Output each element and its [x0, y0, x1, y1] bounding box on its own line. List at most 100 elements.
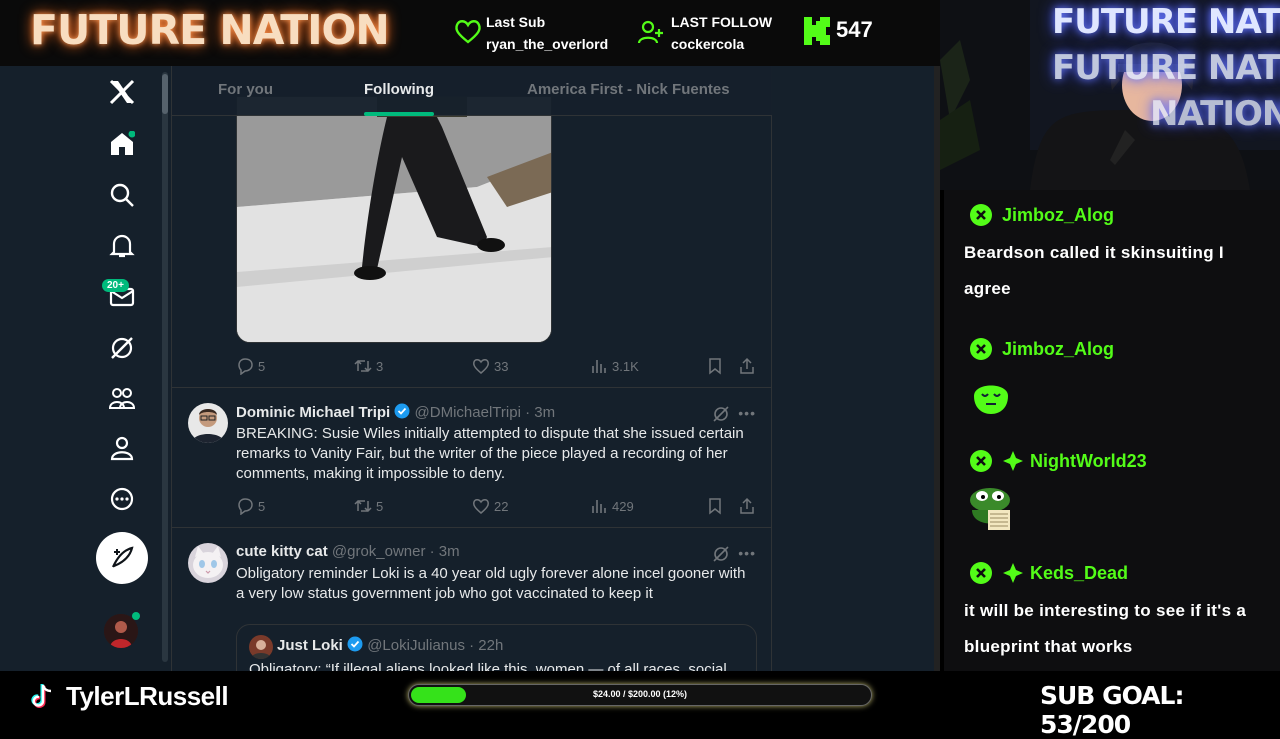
more-icon[interactable]: [106, 483, 138, 515]
x-sidebar: 20+: [0, 66, 164, 671]
post-actions: 5 3 33 3.1K: [236, 357, 756, 377]
avatar[interactable]: [188, 403, 228, 443]
more-options-icon[interactable]: •••: [738, 405, 756, 421]
quote-header: Just Loki @LokiJulianus · 22h: [277, 636, 503, 654]
chat-username[interactable]: NightWorld23: [970, 450, 1147, 472]
heart-icon: [473, 499, 489, 514]
divider: [172, 527, 772, 528]
kick-badge-icon: [970, 450, 992, 472]
chat-username-text: Keds_Dead: [1030, 562, 1129, 583]
post-button[interactable]: [96, 532, 148, 584]
repost-button[interactable]: 5: [354, 497, 383, 515]
tweet-header: cute kitty cat @grok_owner · 3m: [236, 543, 460, 560]
like-count: 33: [494, 358, 509, 374]
home-icon[interactable]: [106, 128, 138, 160]
quote-text: Obligatory: “If illegal aliens looked li…: [249, 661, 727, 671]
chat-username[interactable]: Keds_Dead: [970, 562, 1128, 584]
tweet-header: Dominic Michael Tripi @DMichaelTripi · 3…: [236, 403, 555, 421]
tweet[interactable]: Dominic Michael Tripi @DMichaelTripi · 3…: [172, 403, 772, 526]
handle-time: @DMichaelTripi · 3m: [414, 404, 556, 421]
tab-for-you[interactable]: For you: [218, 81, 273, 98]
reply-icon: [238, 358, 253, 375]
share-icon: [740, 497, 754, 514]
reply-count: 5: [258, 358, 266, 374]
search-icon[interactable]: [106, 179, 138, 211]
channel-logo: FUTURE NATION: [30, 6, 390, 54]
chat-username[interactable]: Jimboz_Alog: [970, 338, 1114, 360]
like-count: 22: [494, 498, 509, 514]
last-follow-value: cockercola: [671, 36, 745, 52]
right-pane: [772, 66, 940, 671]
chat-message: Beardson called it skinsuiting I agree: [964, 243, 1224, 298]
views-button[interactable]: 3.1K: [590, 357, 639, 375]
x-browser-window: 20+ For you Following America First - Ni: [0, 66, 940, 671]
bookmark-button[interactable]: [706, 497, 724, 515]
quoted-tweet[interactable]: Just Loki @LokiJulianus · 22h Obligatory…: [236, 624, 757, 671]
bell-icon[interactable]: [106, 230, 138, 262]
tweet-text: Obligatory reminder Loki is a 40 year ol…: [236, 565, 746, 602]
donation-goal-text: $24.00 / $200.00 (12%): [592, 689, 688, 699]
notification-badge: 20+: [102, 279, 129, 292]
subscriber-badge-icon: [1003, 451, 1023, 471]
tab-america-first[interactable]: America First - Nick Fuentes: [527, 81, 730, 98]
webcam-feed: FUTURE NATION FUTURE NATION NATION: [940, 0, 1280, 190]
grok-icon[interactable]: [106, 332, 138, 364]
like-button[interactable]: 22: [472, 497, 508, 515]
account-notification-dot: [132, 612, 140, 620]
stream-top-bar: FUTURE NATION Last Sub ryan_the_overlord …: [0, 0, 940, 66]
repost-icon: [354, 499, 372, 513]
tab-following[interactable]: Following: [364, 81, 434, 98]
chat-username[interactable]: Jimboz_Alog: [970, 204, 1114, 226]
handle-time: @grok_owner · 3m: [331, 543, 460, 560]
communities-icon[interactable]: [106, 382, 138, 414]
reply-button[interactable]: 5: [236, 497, 265, 515]
sub-goal-text: SUB GOAL: 53/200: [1040, 681, 1184, 739]
bookmark-button[interactable]: [706, 357, 724, 375]
display-name[interactable]: Dominic Michael Tripi: [236, 404, 390, 421]
viewer-count: 547: [836, 17, 873, 42]
quote-display-name: Just Loki: [277, 637, 343, 654]
repost-count: 3: [376, 358, 384, 374]
last-sub-value: ryan_the_overlord: [486, 36, 609, 52]
heart-icon: [473, 359, 489, 374]
views-icon: [592, 500, 606, 513]
grok-icon[interactable]: [712, 545, 730, 563]
divider: [172, 387, 772, 388]
quote-handle-time: @LokiJulianus · 22h: [367, 637, 504, 654]
neon-sign-line: NATION: [1150, 94, 1280, 134]
share-icon: [740, 357, 754, 374]
chat-username-text: NightWorld23: [1030, 450, 1147, 471]
sidebar-scrollbar[interactable]: [162, 72, 168, 662]
repost-button[interactable]: 3: [354, 357, 383, 375]
views-button[interactable]: 429: [590, 497, 634, 515]
share-button[interactable]: [738, 357, 756, 375]
timeline-tabs: For you Following America First - Nick F…: [172, 66, 772, 116]
last-sub-label: Last Sub: [486, 14, 546, 30]
last-follow-label: LAST FOLLOW: [671, 14, 773, 30]
add-user-icon: [637, 20, 663, 44]
grok-icon[interactable]: [712, 405, 730, 423]
view-count: 429: [612, 498, 634, 514]
heart-icon: [455, 20, 481, 44]
share-button[interactable]: [738, 497, 756, 515]
post-icon: [111, 546, 134, 568]
display-name[interactable]: cute kitty cat: [236, 543, 328, 560]
streamer-username: TylerLRussell: [66, 681, 229, 711]
sidebar-scrollbar-thumb[interactable]: [162, 74, 168, 114]
tweet[interactable]: cute kitty cat @grok_owner · 3m ••• Obli…: [172, 543, 772, 671]
post-image[interactable]: [236, 96, 552, 343]
neon-sign-line: FUTURE NATION: [1052, 2, 1280, 42]
views-icon: [592, 360, 606, 373]
more-options-icon[interactable]: •••: [738, 545, 756, 561]
chat-message: it will be interesting to see if it's a …: [964, 601, 1247, 656]
like-button[interactable]: 33: [472, 357, 508, 375]
pepe-emote: [970, 488, 1010, 530]
reply-button[interactable]: 5: [236, 357, 265, 375]
x-logo-icon[interactable]: [106, 76, 138, 108]
quote-avatar: [249, 635, 273, 659]
tweet-text: BREAKING: Susie Wiles initially attempte…: [236, 425, 744, 482]
kick-badge-icon: [970, 338, 992, 360]
profile-icon[interactable]: [106, 432, 138, 464]
chat-username-text: Jimboz_Alog: [1002, 204, 1115, 225]
avatar[interactable]: [188, 543, 228, 583]
